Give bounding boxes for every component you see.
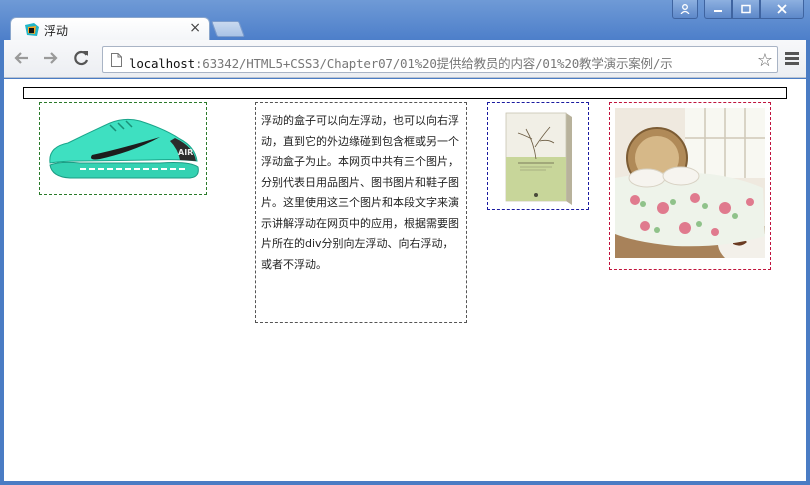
bed-image-box [609, 102, 771, 270]
svg-text:AIR: AIR [178, 148, 193, 157]
shoe-image: AIR [49, 118, 199, 179]
browser-toolbar: localhost:63342/HTML5+CSS3/Chapter07/01%… [4, 40, 806, 78]
star-icon[interactable]: ☆ [754, 50, 773, 71]
new-tab-button[interactable] [211, 21, 245, 37]
url-text: localhost:63342/HTML5+CSS3/Chapter07/01%… [129, 53, 673, 72]
bed-image [615, 108, 765, 258]
url-host: localhost [129, 56, 195, 71]
page-content: AIR 浮动的盒子可以向左浮动，也可以向右浮动，直到它的外边缘碰到包含框或另一个… [4, 79, 806, 481]
url-path: :63342/HTML5+CSS3/Chapter07/01%20提供给教员的内… [194, 56, 673, 71]
shoe-image-box: AIR [39, 102, 207, 195]
window-controls [672, 0, 804, 20]
page-icon [111, 53, 122, 67]
tab-close-icon[interactable]: × [189, 21, 201, 35]
tab-strip: 浮动 × [0, 0, 810, 41]
browser-window: 浮动 × localhost:63342/HTML5+CSS3/Chapter0… [0, 0, 810, 485]
menu-icon[interactable] [785, 52, 799, 67]
webstorm-favicon-icon [25, 23, 39, 36]
close-icon[interactable] [760, 0, 804, 19]
tab-title: 浮动 [44, 24, 69, 38]
book-image [505, 112, 572, 205]
maximize-icon[interactable] [732, 0, 760, 19]
book-image-box [487, 102, 589, 210]
forward-icon[interactable] [40, 49, 62, 69]
reload-icon[interactable] [70, 49, 92, 69]
header-box [23, 87, 787, 99]
active-tab[interactable]: 浮动 × [10, 17, 210, 41]
address-bar[interactable]: localhost:63342/HTML5+CSS3/Chapter07/01%… [102, 46, 778, 73]
back-icon[interactable] [10, 49, 32, 69]
float-description: 浮动的盒子可以向左浮动，也可以向右浮动，直到它的外边缘碰到包含框或另一个浮动盒子… [261, 114, 459, 271]
minimize-icon[interactable] [704, 0, 732, 19]
paragraph-box: 浮动的盒子可以向左浮动，也可以向右浮动，直到它的外边缘碰到包含框或另一个浮动盒子… [255, 102, 467, 323]
user-icon[interactable] [672, 0, 698, 19]
